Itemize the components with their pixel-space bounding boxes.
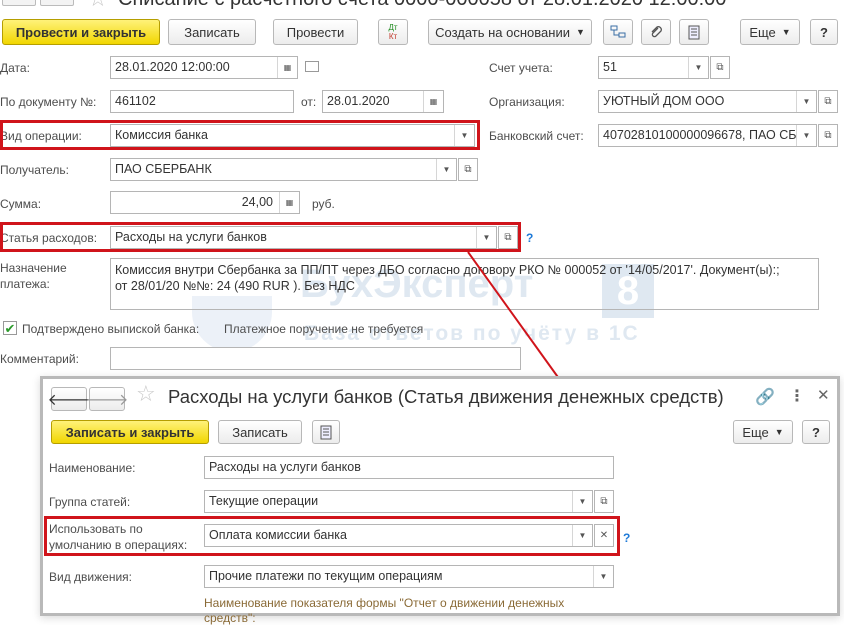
- chevron-down-icon: ▼: [774, 427, 784, 437]
- name-label: Наименование:: [49, 461, 136, 475]
- save-and-close-button[interactable]: Записать и закрыть: [51, 420, 209, 444]
- dialog-report-button[interactable]: [312, 420, 340, 444]
- default-use-highlight: [44, 516, 620, 556]
- group-label: Группа статей:: [49, 495, 131, 509]
- report-icon: [320, 425, 332, 439]
- dialog-help-button[interactable]: ?: [802, 420, 830, 444]
- chevron-down-icon[interactable]: ▼: [593, 566, 613, 587]
- group-field[interactable]: Текущие операции ▼: [204, 490, 593, 513]
- group-value: Текущие операции: [209, 494, 319, 508]
- dialog-save-button[interactable]: Записать: [218, 420, 302, 444]
- open-group-button[interactable]: ⧉: [594, 490, 614, 513]
- dialog-close-icon[interactable]: ✕: [817, 386, 830, 404]
- name-value: Расходы на услуги банков: [209, 460, 361, 474]
- dialog-link-icon[interactable]: 🔗: [755, 387, 775, 407]
- expense-item-dialog: 🡐 🡒 ☆ Расходы на услуги банков (Статья д…: [40, 376, 840, 625]
- chevron-down-icon[interactable]: ▼: [572, 491, 592, 512]
- report-indicator-note-line-2: средств":: [204, 611, 256, 625]
- movement-type-value: Прочие платежи по текущим операциям: [209, 569, 443, 583]
- dialog-more-button[interactable]: Еще ▼: [733, 420, 793, 444]
- movement-type-label: Вид движения:: [49, 570, 132, 584]
- dialog-favorite-star-icon[interactable]: ☆: [136, 381, 156, 407]
- movement-type-field[interactable]: Прочие платежи по текущим операциям ▼: [204, 565, 614, 588]
- dialog-back-button[interactable]: 🡐: [48, 387, 90, 411]
- default-use-help-icon[interactable]: ?: [623, 531, 630, 545]
- report-indicator-note-line-1: Наименование показателя формы "Отчет о д…: [204, 596, 565, 610]
- dialog-forward-button[interactable]: 🡒: [86, 387, 128, 411]
- dialog-title: Расходы на услуги банков (Статья движени…: [168, 386, 724, 407]
- name-field[interactable]: Расходы на услуги банков: [204, 456, 614, 479]
- dialog-more-label: Еще: [742, 424, 769, 440]
- dialog-menu-icon[interactable]: ⋮: [789, 386, 805, 406]
